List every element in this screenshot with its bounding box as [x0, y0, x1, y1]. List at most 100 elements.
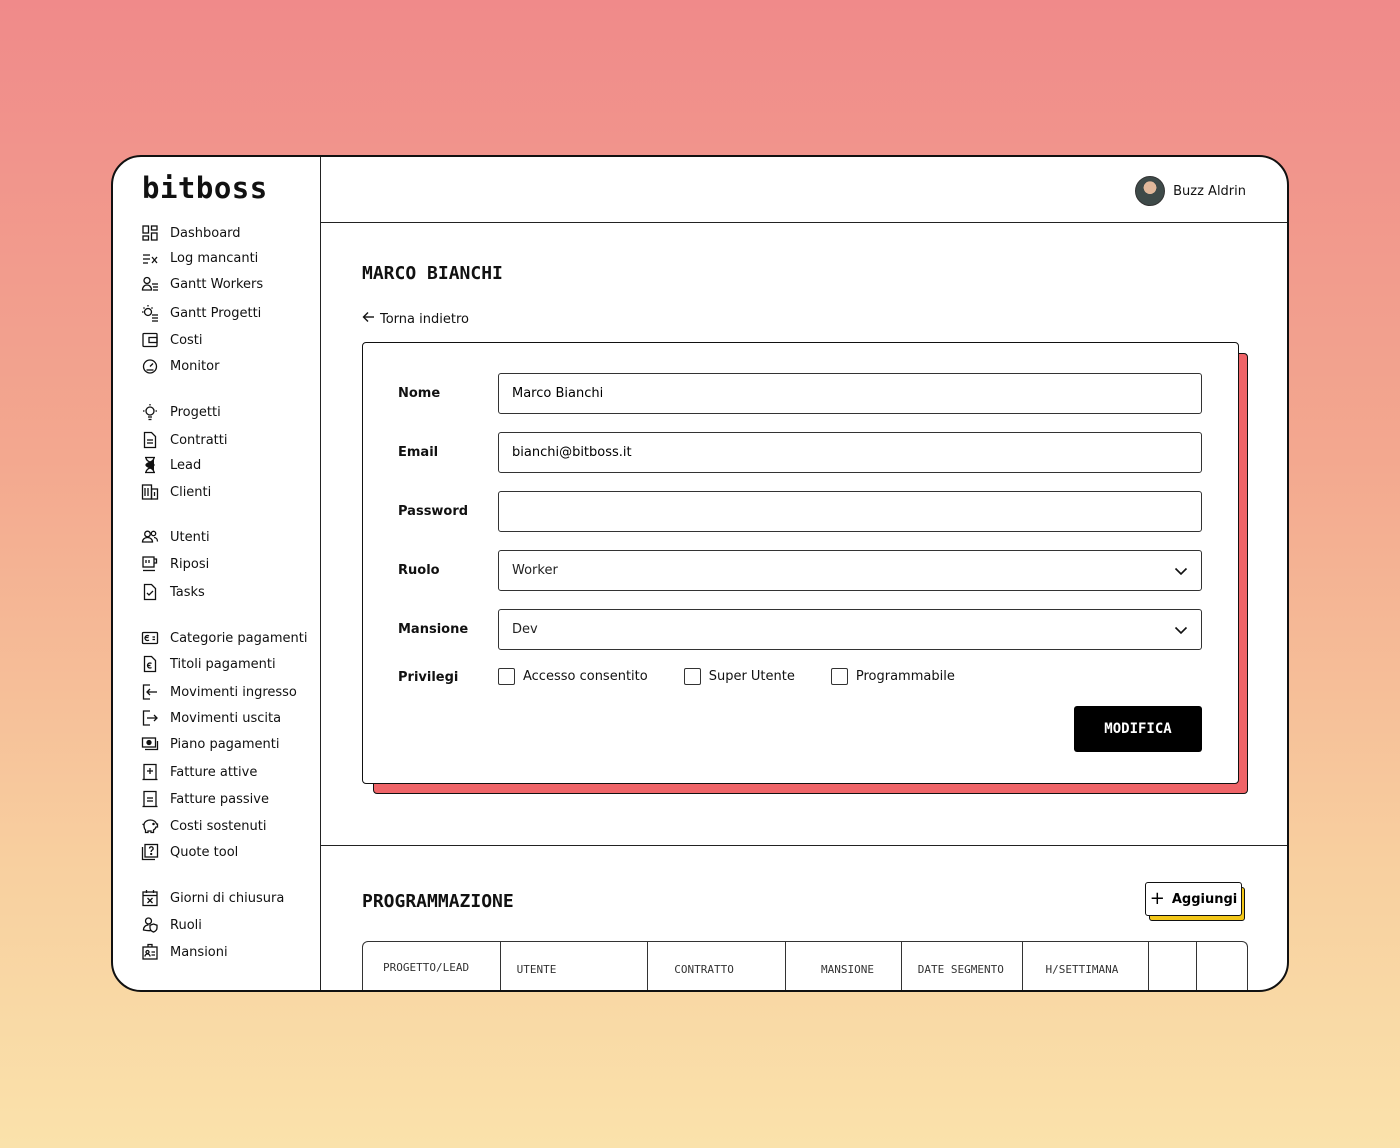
sidebar-item-movimenti-uscita[interactable]: Movimenti uscita [141, 708, 281, 728]
sidebar-item-label: Categorie pagamenti [170, 630, 308, 646]
sidebar-item-gantt-workers[interactable]: Gantt Workers [141, 274, 263, 294]
ruolo-select[interactable]: Worker [498, 550, 1202, 591]
back-link[interactable]: Torna indietro [362, 311, 469, 327]
chevron-down-icon [1174, 626, 1188, 635]
sidebar-item-label: Gantt Progetti [170, 305, 262, 321]
sidebar-item-label: Ruoli [170, 917, 202, 933]
chevron-down-icon [1174, 567, 1188, 576]
checkbox-accesso-consentito[interactable]: Accesso consentito [498, 668, 648, 685]
email-field[interactable] [498, 432, 1202, 473]
user-edit-form: Nome Email Password Ruolo Worker Mansion… [362, 342, 1239, 784]
sidebar: bitboss Dashboard Log mancanti Gantt Wor… [113, 157, 321, 990]
modifica-button[interactable]: MODIFICA [1074, 706, 1202, 752]
sidebar-item-piano-pagamenti[interactable]: Piano pagamenti [141, 734, 280, 754]
sidebar-item-label: Contratti [170, 432, 228, 448]
sidebar-item-utenti[interactable]: Utenti [141, 527, 210, 547]
checkbox-box[interactable] [498, 668, 515, 685]
lightbulb-list-icon [141, 304, 159, 322]
sidebar-item-label: Fatture passive [170, 791, 269, 807]
banknote-icon [141, 735, 159, 753]
column-header-progetto-lead[interactable]: PROGETTO/LEAD [363, 942, 501, 990]
sidebar-item-label: Piano pagamenti [170, 736, 280, 752]
mansione-selected-value: Dev [512, 622, 538, 637]
sidebar-item-costi[interactable]: Costi [141, 330, 203, 350]
sidebar-item-progetti[interactable]: Progetti [141, 402, 221, 422]
sidebar-item-fatture-attive[interactable]: Fatture attive [141, 762, 257, 782]
lightbulb-icon [141, 403, 159, 421]
sidebar-item-quote-tool[interactable]: Quote tool [141, 842, 238, 862]
back-link-label: Torna indietro [380, 311, 469, 327]
column-header-date-segmento[interactable]: DATE SEGMENTO [902, 942, 1024, 990]
column-header-action-1 [1149, 942, 1198, 990]
sidebar-item-costi-sostenuti[interactable]: Costi sostenuti [141, 816, 266, 836]
sidebar-item-giorni-di-chiusura[interactable]: Giorni di chiusura [141, 888, 284, 908]
sidebar-item-ruoli[interactable]: Ruoli [141, 915, 202, 935]
users-icon [141, 528, 159, 546]
column-header-action-2 [1197, 942, 1247, 990]
user-shield-icon [141, 916, 159, 934]
privilegi-label: Privilegi [398, 670, 459, 685]
sidebar-item-label: Clienti [170, 484, 212, 500]
email-label: Email [398, 445, 439, 460]
sidebar-item-label: Movimenti uscita [170, 710, 282, 726]
checkbox-label: Super Utente [708, 669, 795, 684]
user-list-icon [141, 275, 159, 293]
password-input[interactable] [512, 504, 1188, 519]
sidebar-item-movimenti-ingresso[interactable]: Movimenti ingresso [141, 682, 297, 702]
document-icon [141, 431, 159, 449]
sidebar-item-label: Costi [170, 332, 203, 348]
main-content: Buzz Aldrin MARCO BIANCHI Torna indietro… [321, 157, 1287, 990]
aggiungi-label: Aggiungi [1171, 891, 1238, 907]
sidebar-item-riposi[interactable]: Riposi [141, 554, 209, 574]
sidebar-item-tasks[interactable]: Tasks [141, 582, 205, 602]
app-window: bitboss Dashboard Log mancanti Gantt Wor… [111, 155, 1289, 992]
checkbox-label: Programmabile [855, 669, 955, 684]
page-title: MARCO BIANCHI [362, 263, 503, 284]
sidebar-item-clienti[interactable]: Clienti [141, 482, 211, 502]
sidebar-item-monitor[interactable]: Monitor [141, 356, 219, 376]
sidebar-item-label: Riposi [170, 556, 210, 572]
sidebar-item-contratti[interactable]: Contratti [141, 430, 227, 450]
sidebar-item-dashboard[interactable]: Dashboard [141, 223, 241, 243]
column-header-utente[interactable]: UTENTE [501, 942, 649, 990]
nome-field[interactable] [498, 373, 1202, 414]
sidebar-item-label: Gantt Workers [170, 276, 264, 292]
sidebar-item-label: Monitor [170, 358, 220, 374]
aggiungi-button[interactable]: + Aggiungi [1145, 882, 1242, 916]
sidebar-item-label: Costi sostenuti [170, 818, 267, 834]
arrow-out-icon [141, 709, 159, 727]
checkbox-super-utente[interactable]: Super Utente [683, 668, 795, 685]
sidebar-item-log-mancanti[interactable]: Log mancanti [141, 248, 258, 268]
nome-input[interactable] [512, 386, 1188, 401]
sidebar-item-categorie-pagamenti[interactable]: Categorie pagamenti [141, 628, 307, 648]
invoice-plus-icon [141, 763, 159, 781]
sidebar-item-label: Dashboard [170, 225, 241, 241]
email-input[interactable] [512, 445, 1188, 460]
column-header-contratto[interactable]: CONTRATTO [648, 942, 786, 990]
user-name: Buzz Aldrin [1173, 183, 1246, 199]
sidebar-item-gantt-progetti[interactable]: Gantt Progetti [141, 303, 261, 323]
euro-document-icon [141, 655, 159, 673]
plus-icon: + [1149, 888, 1165, 909]
nome-label: Nome [398, 386, 441, 401]
sidebar-item-lead[interactable]: Lead [141, 455, 201, 475]
wallet-icon [141, 331, 159, 349]
section-divider [321, 845, 1287, 846]
euro-card-icon [141, 629, 159, 647]
sidebar-item-fatture-passive[interactable]: Fatture passive [141, 789, 269, 809]
sidebar-item-label: Mansioni [170, 944, 228, 960]
checkbox-programmabile[interactable]: Programmabile [830, 668, 955, 685]
programmazione-title: PROGRAMMAZIONE [362, 891, 514, 912]
sidebar-item-label: Fatture attive [170, 764, 258, 780]
app-logo[interactable]: bitboss [142, 171, 268, 205]
password-field[interactable] [498, 491, 1202, 532]
sidebar-item-titoli-pagamenti[interactable]: Titoli pagamenti [141, 654, 276, 674]
checkbox-box[interactable] [830, 668, 848, 685]
mansione-select[interactable]: Dev [498, 609, 1202, 650]
column-header-mansione[interactable]: MANSIONE [786, 942, 902, 990]
user-menu[interactable]: Buzz Aldrin [1135, 176, 1246, 206]
checkbox-box[interactable] [683, 668, 701, 685]
column-header-h-settimana[interactable]: H/SETTIMANA [1023, 942, 1150, 990]
building-icon [141, 483, 159, 501]
sidebar-item-mansioni[interactable]: Mansioni [141, 942, 228, 962]
